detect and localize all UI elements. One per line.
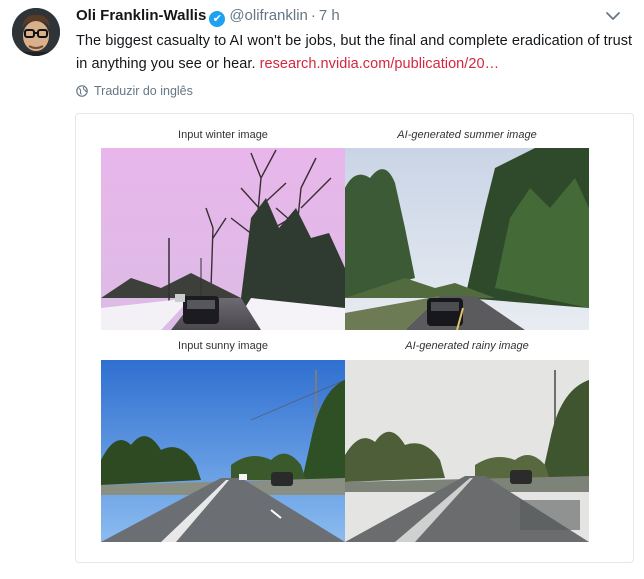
avatar[interactable] bbox=[12, 8, 60, 56]
image-input-sunny bbox=[101, 360, 345, 542]
image-ai-summer bbox=[345, 148, 589, 330]
translate-button[interactable]: Traduzir do inglês bbox=[76, 84, 193, 98]
tweet-time[interactable]: 7 h bbox=[319, 7, 340, 24]
image-ai-rainy bbox=[345, 360, 589, 542]
tweet-header: Oli Franklin-Wallis ✔ @olifranklin · 7 h bbox=[76, 7, 636, 27]
caption-input-winter: Input winter image bbox=[178, 129, 268, 141]
translate-label: Traduzir do inglês bbox=[94, 84, 193, 98]
image-input-winter bbox=[101, 148, 345, 330]
caption-ai-rainy: AI-generated rainy image bbox=[405, 340, 529, 352]
separator-dot: · bbox=[310, 7, 316, 24]
chevron-down-icon[interactable] bbox=[603, 8, 623, 24]
caption-ai-summer: AI-generated summer image bbox=[397, 129, 537, 141]
verified-icon: ✔ bbox=[209, 11, 226, 27]
tweet-link[interactable]: research.nvidia.com/publication/20… bbox=[260, 56, 500, 72]
author-name[interactable]: Oli Franklin-Wallis bbox=[76, 7, 206, 24]
caption-input-sunny: Input sunny image bbox=[178, 340, 268, 352]
media-card[interactable]: Input winter image AI-generated summer i… bbox=[75, 113, 634, 563]
author-handle[interactable]: @olifranklin bbox=[229, 7, 308, 24]
tweet-text: The biggest casualty to AI won't be jobs… bbox=[76, 30, 638, 76]
globe-icon bbox=[76, 85, 88, 97]
